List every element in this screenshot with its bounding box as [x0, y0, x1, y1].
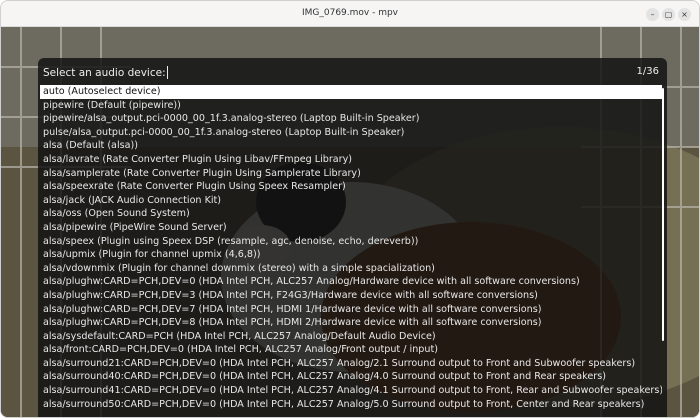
selector-prompt[interactable]: Select an audio device:: [43, 66, 168, 79]
title-bar[interactable]: IMG_0769.mov - mpv – ▢ ×: [1, 1, 699, 27]
device-list-item[interactable]: pulse/alsa_output.pci-0000_00_1f.3.analo…: [40, 126, 662, 140]
audio-device-selector[interactable]: Select an audio device: 1/36 auto (Autos…: [38, 58, 667, 417]
device-list-item[interactable]: alsa/pipewire (PipeWire Sound Server): [40, 221, 662, 235]
device-list-item[interactable]: alsa/surround41:CARD=PCH,DEV=0 (HDA Inte…: [40, 384, 662, 398]
minimize-icon[interactable]: –: [646, 8, 659, 21]
maximize-icon[interactable]: ▢: [662, 8, 675, 21]
device-list-item[interactable]: pipewire/alsa_output.pci-0000_00_1f.3.an…: [40, 112, 662, 126]
device-list-item[interactable]: alsa/sysdefault:CARD=PCH (HDA Intel PCH,…: [40, 330, 662, 344]
video-frame[interactable]: Select an audio device: 1/36 auto (Autos…: [1, 27, 699, 417]
close-icon[interactable]: ×: [678, 8, 691, 21]
window-title: IMG_0769.mov - mpv: [301, 8, 399, 18]
device-list-item[interactable]: alsa/surround40:CARD=PCH,DEV=0 (HDA Inte…: [40, 370, 662, 384]
device-list-item[interactable]: alsa/oss (Open Sound System): [40, 207, 662, 221]
device-list-item[interactable]: alsa/surround21:CARD=PCH,DEV=0 (HDA Inte…: [40, 357, 662, 371]
device-list-item[interactable]: alsa/plughw:CARD=PCH,DEV=7 (HDA Intel PC…: [40, 303, 662, 317]
device-list-item[interactable]: alsa/plughw:CARD=PCH,DEV=8 (HDA Intel PC…: [40, 316, 662, 330]
scrollbar[interactable]: [662, 88, 664, 341]
device-list-item[interactable]: alsa (Default (alsa)): [40, 139, 662, 153]
device-list-item[interactable]: alsa/surround50:CARD=PCH,DEV=0 (HDA Inte…: [40, 398, 662, 412]
device-list-item[interactable]: auto (Autoselect device): [40, 85, 662, 99]
device-list-item[interactable]: alsa/vdownmix (Plugin for channel downmi…: [40, 262, 662, 276]
device-list-item[interactable]: alsa/plughw:CARD=PCH,DEV=3 (HDA Intel PC…: [40, 289, 662, 303]
device-list-item[interactable]: alsa/samplerate (Rate Converter Plugin U…: [40, 167, 662, 181]
selection-counter: 1/36: [636, 66, 659, 77]
device-list-item[interactable]: alsa/jack (JACK Audio Connection Kit): [40, 194, 662, 208]
device-list-item[interactable]: alsa/speexrate (Rate Converter Plugin Us…: [40, 180, 662, 194]
device-list-item[interactable]: alsa/lavrate (Rate Converter Plugin Usin…: [40, 153, 662, 167]
device-list-item[interactable]: alsa/speex (Plugin using Speex DSP (resa…: [40, 235, 662, 249]
mpv-window: IMG_0769.mov - mpv – ▢ × Select an audio…: [0, 0, 700, 418]
device-list-item[interactable]: pipewire (Default (pipewire)): [40, 99, 662, 113]
device-list-item[interactable]: alsa/upmix (Plugin for channel upmix (4,…: [40, 248, 662, 262]
prompt-label: Select an audio device:: [43, 67, 166, 79]
device-list-item[interactable]: alsa/plughw:CARD=PCH,DEV=0 (HDA Intel PC…: [40, 275, 662, 289]
device-list[interactable]: auto (Autoselect device) pipewire (Defaul…: [40, 85, 662, 417]
text-caret: [166, 66, 168, 79]
device-list-item[interactable]: alsa/front:CARD=PCH,DEV=0 (HDA Intel PCH…: [40, 343, 662, 357]
